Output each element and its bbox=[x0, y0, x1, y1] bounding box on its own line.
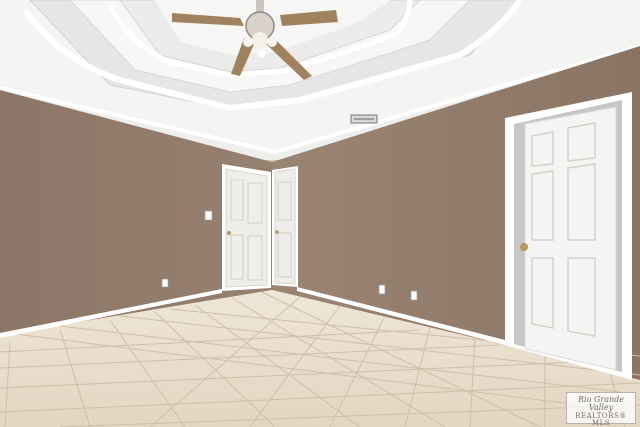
watermark-line-2: REALTORS® MLS bbox=[575, 411, 627, 427]
door-knob-icon[interactable] bbox=[520, 243, 528, 251]
closet-door-2[interactable] bbox=[272, 166, 298, 287]
bedroom-door[interactable] bbox=[505, 92, 632, 380]
room-illustration bbox=[0, 0, 640, 427]
outlet-icon bbox=[378, 284, 386, 295]
watermark-line-1: Rio Grande Valley bbox=[578, 395, 624, 413]
outlet-icon bbox=[410, 290, 418, 301]
closet-door-1[interactable] bbox=[222, 164, 271, 291]
air-vent-icon bbox=[350, 114, 378, 124]
door-knob-icon[interactable] bbox=[227, 231, 231, 235]
room-photo: Rio Grande Valley REALTORS® MLS bbox=[0, 0, 640, 427]
light-switch-icon[interactable] bbox=[204, 210, 213, 221]
outlet-icon bbox=[161, 278, 169, 288]
door-knob-icon[interactable] bbox=[275, 230, 279, 234]
mls-watermark: Rio Grande Valley REALTORS® MLS bbox=[566, 392, 636, 427]
